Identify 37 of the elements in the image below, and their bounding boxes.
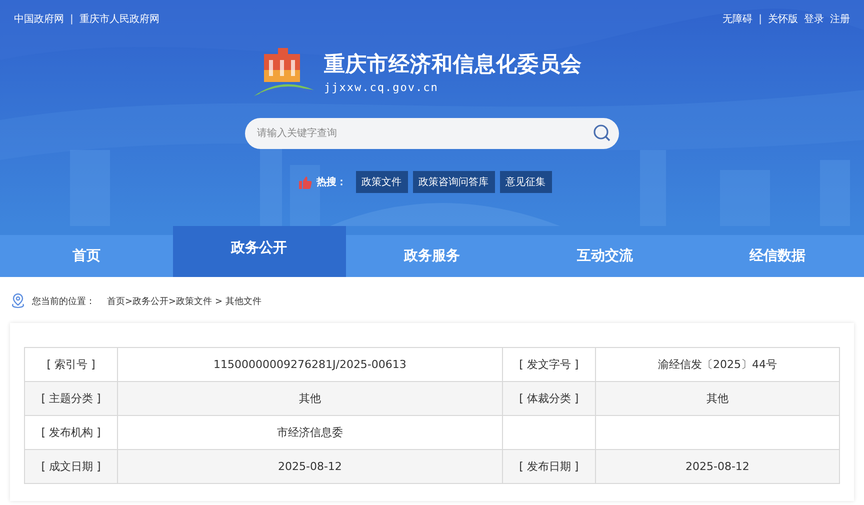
hot-search-label: 热搜： xyxy=(316,176,346,189)
top-link[interactable]: 关怀版 xyxy=(768,12,798,26)
nav-tab[interactable]: 互动交流 xyxy=(518,235,692,277)
nav-tab[interactable]: 首页 xyxy=(0,235,173,277)
search-field[interactable]: 请输入关键字查询 xyxy=(245,118,619,149)
field-value: 渝经信发〔2025〕44号 xyxy=(595,348,840,382)
hot-search-tag[interactable]: 政策文件 xyxy=(356,171,408,193)
field-value: 2025-08-12 xyxy=(595,450,840,484)
field-label: [ 索引号 ] xyxy=(24,348,118,382)
field-label: [ 体裁分类 ] xyxy=(502,382,596,416)
separator: | xyxy=(70,14,74,24)
top-link[interactable]: 注册 xyxy=(830,12,850,26)
breadcrumb-label: 您当前的位置： xyxy=(32,296,95,308)
top-link[interactable]: 中国政府网 xyxy=(14,12,64,26)
nav-tab[interactable]: 经信数据 xyxy=(691,235,864,277)
nav-tab[interactable]: 政务公开 xyxy=(172,226,346,277)
hot-search-tag[interactable]: 政策咨询问答库 xyxy=(412,171,494,193)
search-icon[interactable] xyxy=(593,124,611,142)
site-title: 重庆市经济和信息化委员会 xyxy=(324,51,582,78)
field-value: 2025-08-12 xyxy=(118,450,502,484)
location-pin-icon xyxy=(10,293,26,309)
field-value: 其他 xyxy=(118,382,502,416)
field-label: [ 主题分类 ] xyxy=(24,382,118,416)
nav-tab[interactable]: 政务服务 xyxy=(346,235,518,277)
field-label: [ 发布日期 ] xyxy=(502,450,596,484)
breadcrumb-path: 首页>政务公开>政策文件 > 其他文件 xyxy=(107,296,262,308)
thumbs-up-icon xyxy=(298,176,312,188)
field-value: 其他 xyxy=(595,382,840,416)
hot-search-tag[interactable]: 意见征集 xyxy=(500,171,552,193)
site-url: jjxxw.cq.gov.cn xyxy=(324,81,440,94)
top-link[interactable]: 无障碍 xyxy=(722,12,753,26)
logo-icon xyxy=(252,46,316,98)
separator: | xyxy=(758,14,762,24)
top-link[interactable]: 登录 xyxy=(804,12,824,26)
field-value: 11500000009276281J/2025-00613 xyxy=(118,348,502,382)
field-label: [ 成文日期 ] xyxy=(24,450,118,484)
top-link[interactable]: 重庆市人民政府网 xyxy=(79,12,160,26)
